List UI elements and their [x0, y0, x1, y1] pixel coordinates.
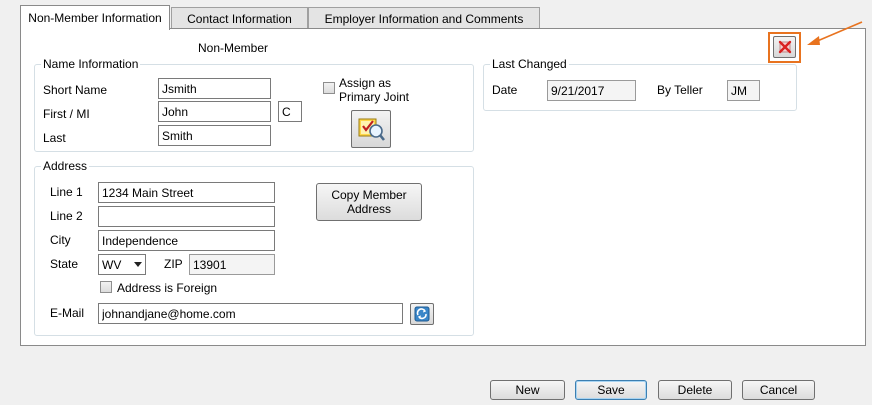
cancel-button-label: Cancel [759, 383, 798, 397]
address-foreign-label: Address is Foreign [117, 281, 218, 295]
short-name-label: Short Name [43, 83, 108, 97]
email-refresh-icon [414, 306, 430, 322]
tab-non-member-information[interactable]: Non-Member Information [20, 5, 170, 30]
state-select[interactable]: WV [98, 254, 146, 275]
new-button-label: New [515, 383, 540, 397]
first-mi-label: First / MI [43, 107, 90, 121]
lookup-icon [358, 118, 386, 141]
save-button[interactable]: Save [575, 380, 647, 400]
state-value: WV [102, 257, 122, 272]
address-group: Address Line 1 Line 2 City State WV ZIP … [34, 159, 474, 336]
delete-record-icon [778, 40, 791, 54]
city-label: City [50, 233, 71, 247]
last-name-label: Last [43, 131, 66, 145]
tab-label: Employer Information and Comments [324, 11, 524, 26]
chevron-down-icon [134, 262, 142, 267]
copy-member-address-button[interactable]: Copy Member Address [316, 183, 422, 221]
address-line2-input[interactable] [98, 206, 275, 227]
last-changed-group: Last Changed Date By Teller [483, 57, 797, 111]
save-button-label: Save [597, 383, 625, 397]
assign-primary-joint-checkbox[interactable] [323, 82, 335, 94]
delete-button[interactable]: Delete [658, 380, 732, 400]
line2-label: Line 2 [50, 209, 83, 223]
delete-record-button[interactable] [773, 36, 796, 58]
tab-label: Non-Member Information [28, 11, 162, 25]
annotation-arrow-icon [807, 21, 863, 45]
group-legend: Last Changed [490, 57, 569, 71]
email-label: E-Mail [50, 306, 85, 320]
page-title: Non-Member [198, 41, 269, 55]
line1-label: Line 1 [50, 185, 83, 199]
first-name-input[interactable] [158, 101, 271, 122]
tab-label: Contact Information [187, 11, 292, 26]
zip-label: ZIP [164, 257, 183, 271]
tab-panel: Non-Member Name Information Short Name F… [20, 28, 866, 346]
email-input[interactable] [98, 303, 403, 324]
lookup-button[interactable] [351, 110, 391, 148]
middle-initial-input[interactable] [278, 101, 302, 122]
tab-employer-information[interactable]: Employer Information and Comments [308, 7, 540, 29]
name-information-group: Name Information Short Name First / MI L… [34, 57, 474, 152]
address-foreign-checkbox[interactable] [100, 281, 112, 293]
city-input[interactable] [98, 230, 275, 251]
by-teller-field [727, 80, 760, 101]
delete-button-label: Delete [677, 383, 713, 397]
cancel-button[interactable]: Cancel [742, 380, 815, 400]
assign-primary-joint-label: Assign as Primary Joint [339, 76, 410, 104]
group-legend: Name Information [41, 57, 141, 71]
state-label: State [50, 257, 79, 271]
new-button[interactable]: New [490, 380, 565, 400]
zip-input[interactable] [189, 254, 275, 275]
by-teller-label: By Teller [657, 83, 703, 97]
date-label: Date [492, 83, 518, 97]
tab-contact-information[interactable]: Contact Information [171, 7, 308, 29]
short-name-input[interactable] [158, 78, 271, 99]
last-name-input[interactable] [158, 125, 271, 146]
copy-member-address-label: Copy Member Address [331, 188, 407, 216]
last-changed-date-field [547, 80, 636, 101]
email-refresh-button[interactable] [410, 303, 434, 325]
group-legend: Address [41, 159, 90, 173]
address-line1-input[interactable] [98, 182, 275, 203]
